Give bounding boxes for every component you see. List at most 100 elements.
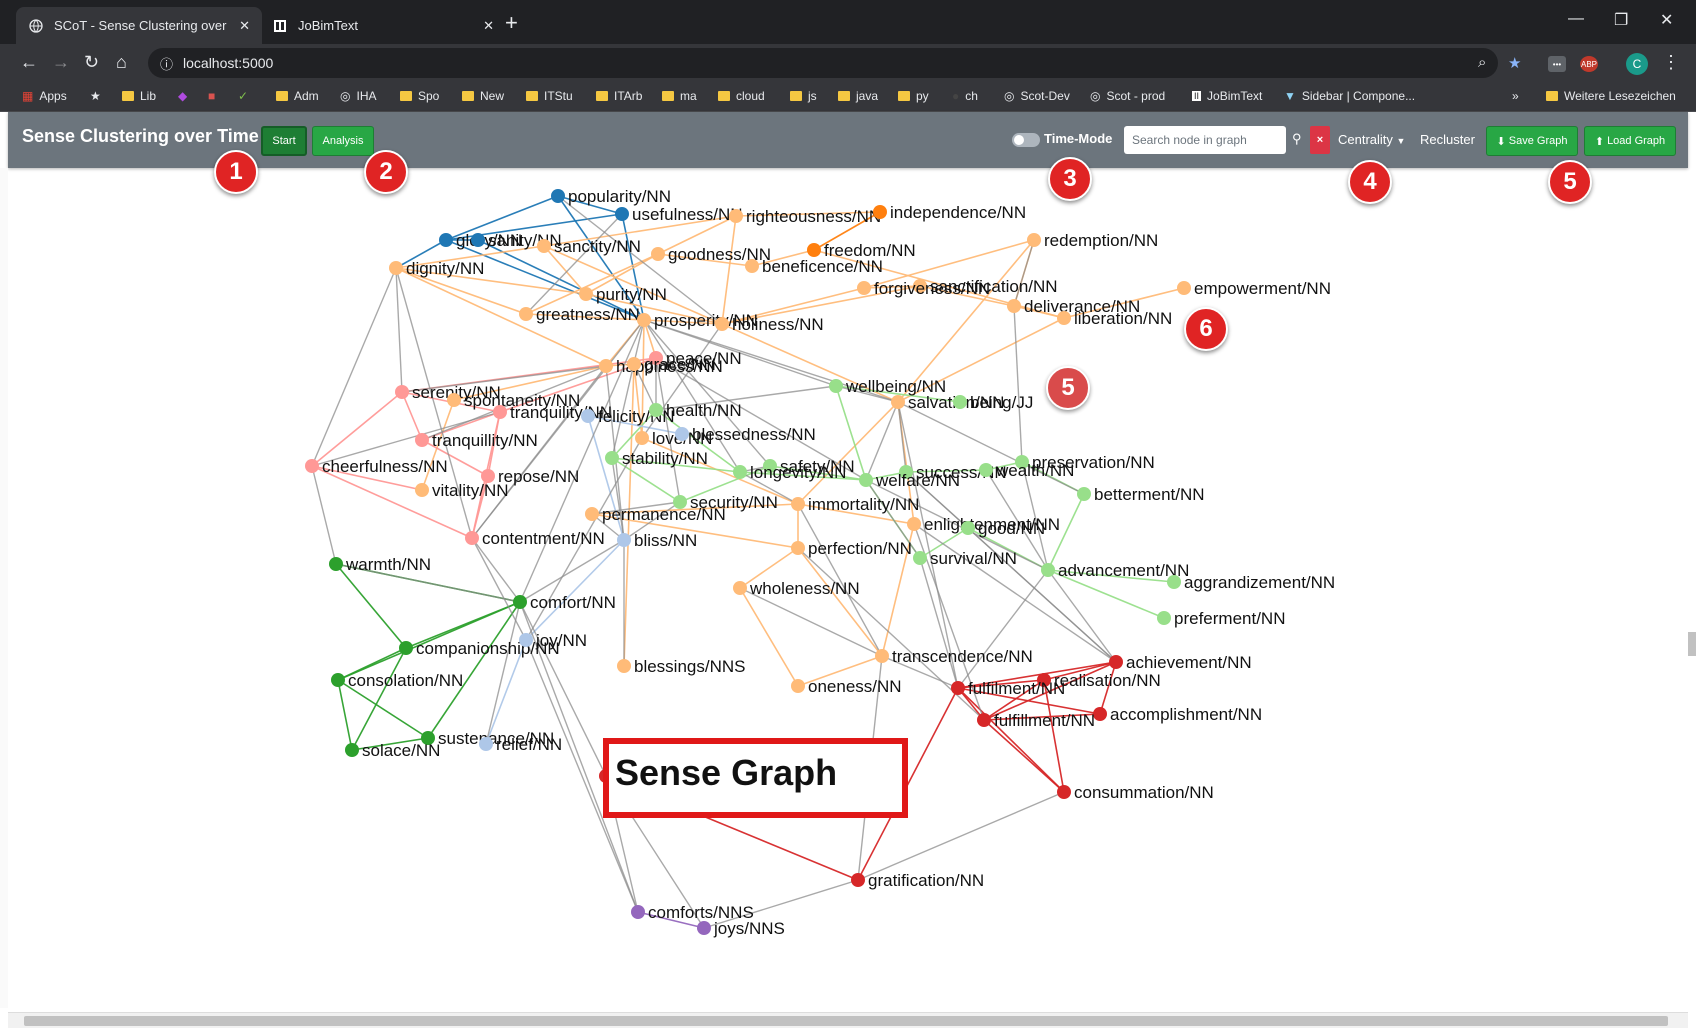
- graph-node-dot[interactable]: [649, 403, 663, 417]
- graph-node-dot[interactable]: [585, 507, 599, 521]
- graph-node-dot[interactable]: [979, 463, 993, 477]
- menu-kebab-icon[interactable]: ⋮: [1662, 52, 1680, 72]
- graph-node-dot[interactable]: [581, 409, 595, 423]
- reload-icon[interactable]: ↻: [84, 52, 99, 72]
- graph-node-oneness[interactable]: oneness/NN: [791, 677, 902, 696]
- bookmark-scot-dev[interactable]: ◎ Scot-Dev: [1004, 89, 1070, 103]
- graph-node-gratification[interactable]: gratification/NN: [851, 871, 984, 890]
- forward-icon[interactable]: →: [52, 52, 70, 72]
- sense-graph-svg[interactable]: popularity/NNusefulness/NN righteousness/…: [8, 168, 1688, 1008]
- graph-node-dot[interactable]: [331, 673, 345, 687]
- graph-node-dot[interactable]: [697, 921, 711, 935]
- graph-node-dot[interactable]: [829, 379, 843, 393]
- graph-node-betterment[interactable]: betterment/NN: [1077, 485, 1205, 504]
- graph-node-warmth[interactable]: warmth/NN: [329, 555, 431, 574]
- graph-node-dot[interactable]: [599, 359, 613, 373]
- graph-node-dot[interactable]: [675, 427, 689, 441]
- graph-node-vitality[interactable]: vitality/NN: [415, 481, 509, 500]
- graph-node-dot[interactable]: [617, 659, 631, 673]
- graph-node-consummation[interactable]: consummation/NN: [1057, 783, 1214, 802]
- horizontal-scrollbar[interactable]: [8, 1012, 1688, 1028]
- graph-node-dot[interactable]: [627, 357, 641, 371]
- save-graph-button[interactable]: ⬇ Save Graph: [1486, 126, 1578, 156]
- graph-node-dot[interactable]: [615, 207, 629, 221]
- graph-node-dot[interactable]: [1057, 785, 1071, 799]
- address-bar[interactable]: ⓘ localhost:5000: [148, 48, 1498, 78]
- graph-node-dot[interactable]: [305, 459, 319, 473]
- graph-node-dot[interactable]: [579, 287, 593, 301]
- profile-avatar[interactable]: C: [1626, 53, 1648, 75]
- restore-icon[interactable]: ❐: [1614, 10, 1628, 30]
- graph-node-purity[interactable]: purity/NN: [579, 285, 667, 304]
- bookmark-jobimtext[interactable]: II JoBimText: [1192, 89, 1262, 103]
- graph-node-dot[interactable]: [807, 243, 821, 257]
- tab-scot[interactable]: SCoT - Sense Clustering over Tim ✕: [16, 7, 262, 44]
- graph-node-aggrandizement[interactable]: aggrandizement/NN: [1167, 573, 1335, 592]
- graph-node-dot[interactable]: [493, 405, 507, 419]
- new-tab-icon[interactable]: +: [505, 12, 518, 34]
- close-icon[interactable]: ✕: [483, 18, 494, 34]
- graph-node-dot[interactable]: [715, 317, 729, 331]
- vertical-scroll-thumb[interactable]: [1688, 632, 1696, 656]
- bookmark-icon-purple[interactable]: ◆: [178, 89, 187, 103]
- graph-node-contentment[interactable]: contentment/NN: [465, 529, 605, 548]
- graph-node-holiness[interactable]: holiness/NN: [715, 315, 824, 334]
- graph-node-permanence[interactable]: permanence/NN: [585, 505, 726, 524]
- graph-node-blessedness[interactable]: blessedness/NN: [675, 425, 816, 444]
- graph-node-dot[interactable]: [1177, 281, 1191, 295]
- graph-node-dot[interactable]: [415, 433, 429, 447]
- extension-icon[interactable]: •••: [1548, 56, 1566, 72]
- graph-node-dot[interactable]: [513, 595, 527, 609]
- graph-node-dot[interactable]: [733, 581, 747, 595]
- bookmark-star-icon[interactable]: ★: [1508, 54, 1521, 72]
- graph-node-popularity[interactable]: popularity/NN: [551, 187, 671, 206]
- graph-node-dot[interactable]: [791, 679, 805, 693]
- graph-node-dot[interactable]: [857, 281, 871, 295]
- graph-node-redemption[interactable]: redemption/NN: [1027, 231, 1158, 250]
- bookmark-js[interactable]: js: [790, 89, 817, 103]
- bookmark-icon-red[interactable]: ■: [208, 89, 215, 103]
- graph-node-dot[interactable]: [1027, 233, 1041, 247]
- graph-node-dot[interactable]: [395, 385, 409, 399]
- graph-node-dot[interactable]: [1077, 487, 1091, 501]
- graph-node-tranquillity[interactable]: tranquillity/NN: [415, 431, 538, 450]
- search-icon[interactable]: ⚲: [1292, 131, 1302, 147]
- graph-node-dot[interactable]: [953, 395, 967, 409]
- bookmark-new[interactable]: New: [462, 89, 504, 103]
- graph-node-dot[interactable]: [791, 497, 805, 511]
- graph-node-fulfillment[interactable]: fulfillment/NN: [977, 711, 1095, 730]
- graph-node-comfort[interactable]: comfort/NN: [513, 593, 616, 612]
- graph-node-dot[interactable]: [631, 905, 645, 919]
- bookmark-ma[interactable]: ma: [662, 89, 697, 103]
- bookmark-ch[interactable]: ● ch: [952, 89, 978, 103]
- graph-node-dot[interactable]: [1057, 311, 1071, 325]
- graph-node-consolation[interactable]: consolation/NN: [331, 671, 463, 690]
- graph-node-dot[interactable]: [551, 189, 565, 203]
- graph-node-dot[interactable]: [345, 743, 359, 757]
- back-icon[interactable]: ←: [20, 52, 38, 72]
- graph-node-dot[interactable]: [1157, 611, 1171, 625]
- graph-node-dot[interactable]: [637, 313, 651, 327]
- bookmark-sidebar[interactable]: ▼ Sidebar | Compone...: [1284, 89, 1415, 103]
- graph-node-dot[interactable]: [439, 233, 453, 247]
- info-icon[interactable]: ⓘ: [160, 54, 173, 73]
- adblock-icon[interactable]: ABP: [1580, 56, 1598, 72]
- analysis-button[interactable]: Analysis: [312, 126, 374, 156]
- time-mode-toggle[interactable]: [1012, 133, 1040, 147]
- bookmark-weitere[interactable]: Weitere Lesezeichen: [1546, 89, 1676, 103]
- minimize-icon[interactable]: —: [1568, 10, 1584, 28]
- bookmark-scot-prod[interactable]: ◎ Scot - prod: [1090, 89, 1165, 103]
- graph-node-beneficence[interactable]: beneficence/NN: [745, 257, 883, 276]
- graph-node-dot[interactable]: [479, 737, 493, 751]
- bookmark-itstu[interactable]: ITStu: [526, 89, 573, 103]
- recluster-button[interactable]: Recluster: [1420, 132, 1475, 147]
- graph-node-dot[interactable]: [329, 557, 343, 571]
- bookmark-icon-check[interactable]: ✓: [238, 89, 248, 103]
- start-button[interactable]: Start: [261, 126, 307, 156]
- graph-node-dot[interactable]: [907, 517, 921, 531]
- graph-node-dot[interactable]: [851, 873, 865, 887]
- graph-node-dot[interactable]: [951, 681, 965, 695]
- zoom-icon[interactable]: ⌕: [1478, 54, 1486, 71]
- graph-node-dot[interactable]: [791, 541, 805, 555]
- graph-node-fulfilment[interactable]: fulfilment/NN: [951, 679, 1065, 698]
